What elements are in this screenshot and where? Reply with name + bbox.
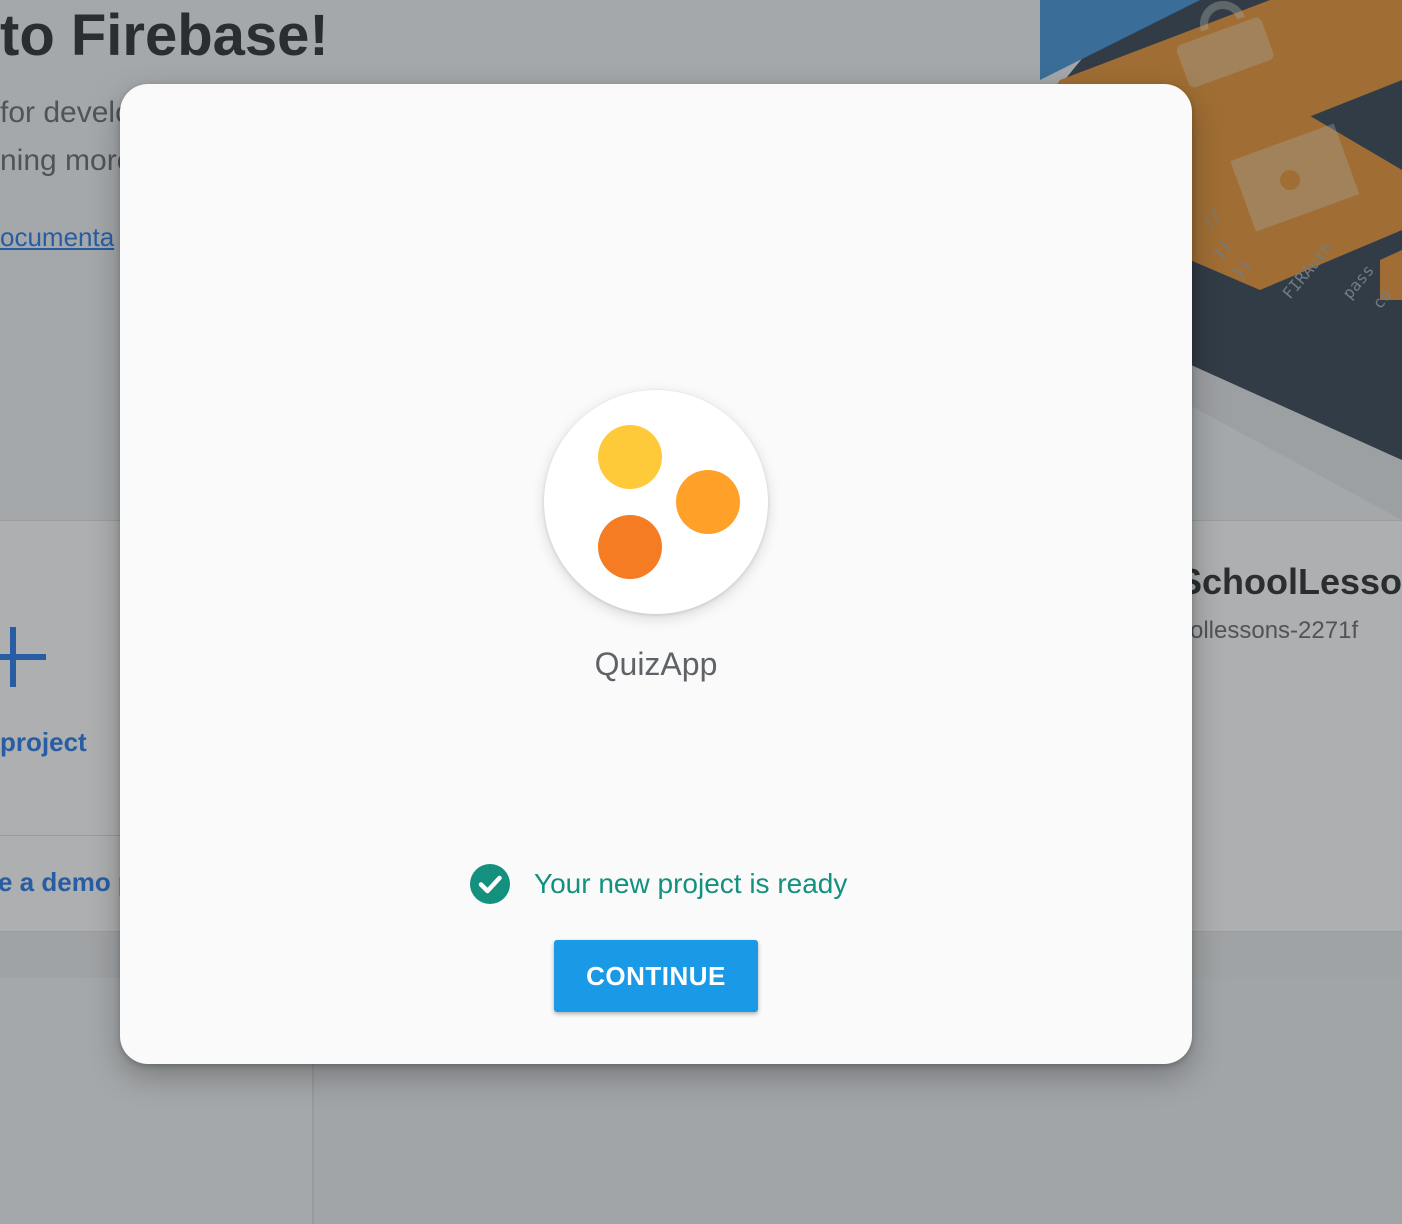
continue-button[interactable]: CONTINUE — [554, 940, 758, 1012]
logo-dot-dark-orange — [598, 515, 662, 579]
status-message: Your new project is ready — [470, 864, 847, 904]
project-logo — [544, 390, 768, 614]
logo-dot-yellow — [598, 425, 662, 489]
project-name: QuizApp — [594, 646, 718, 682]
status-text: Your new project is ready — [534, 868, 848, 899]
check-circle-icon — [470, 864, 510, 904]
project-ready-dialog: QuizApp Your new project is ready CONTIN… — [120, 84, 1192, 1064]
logo-dot-orange — [676, 470, 740, 534]
